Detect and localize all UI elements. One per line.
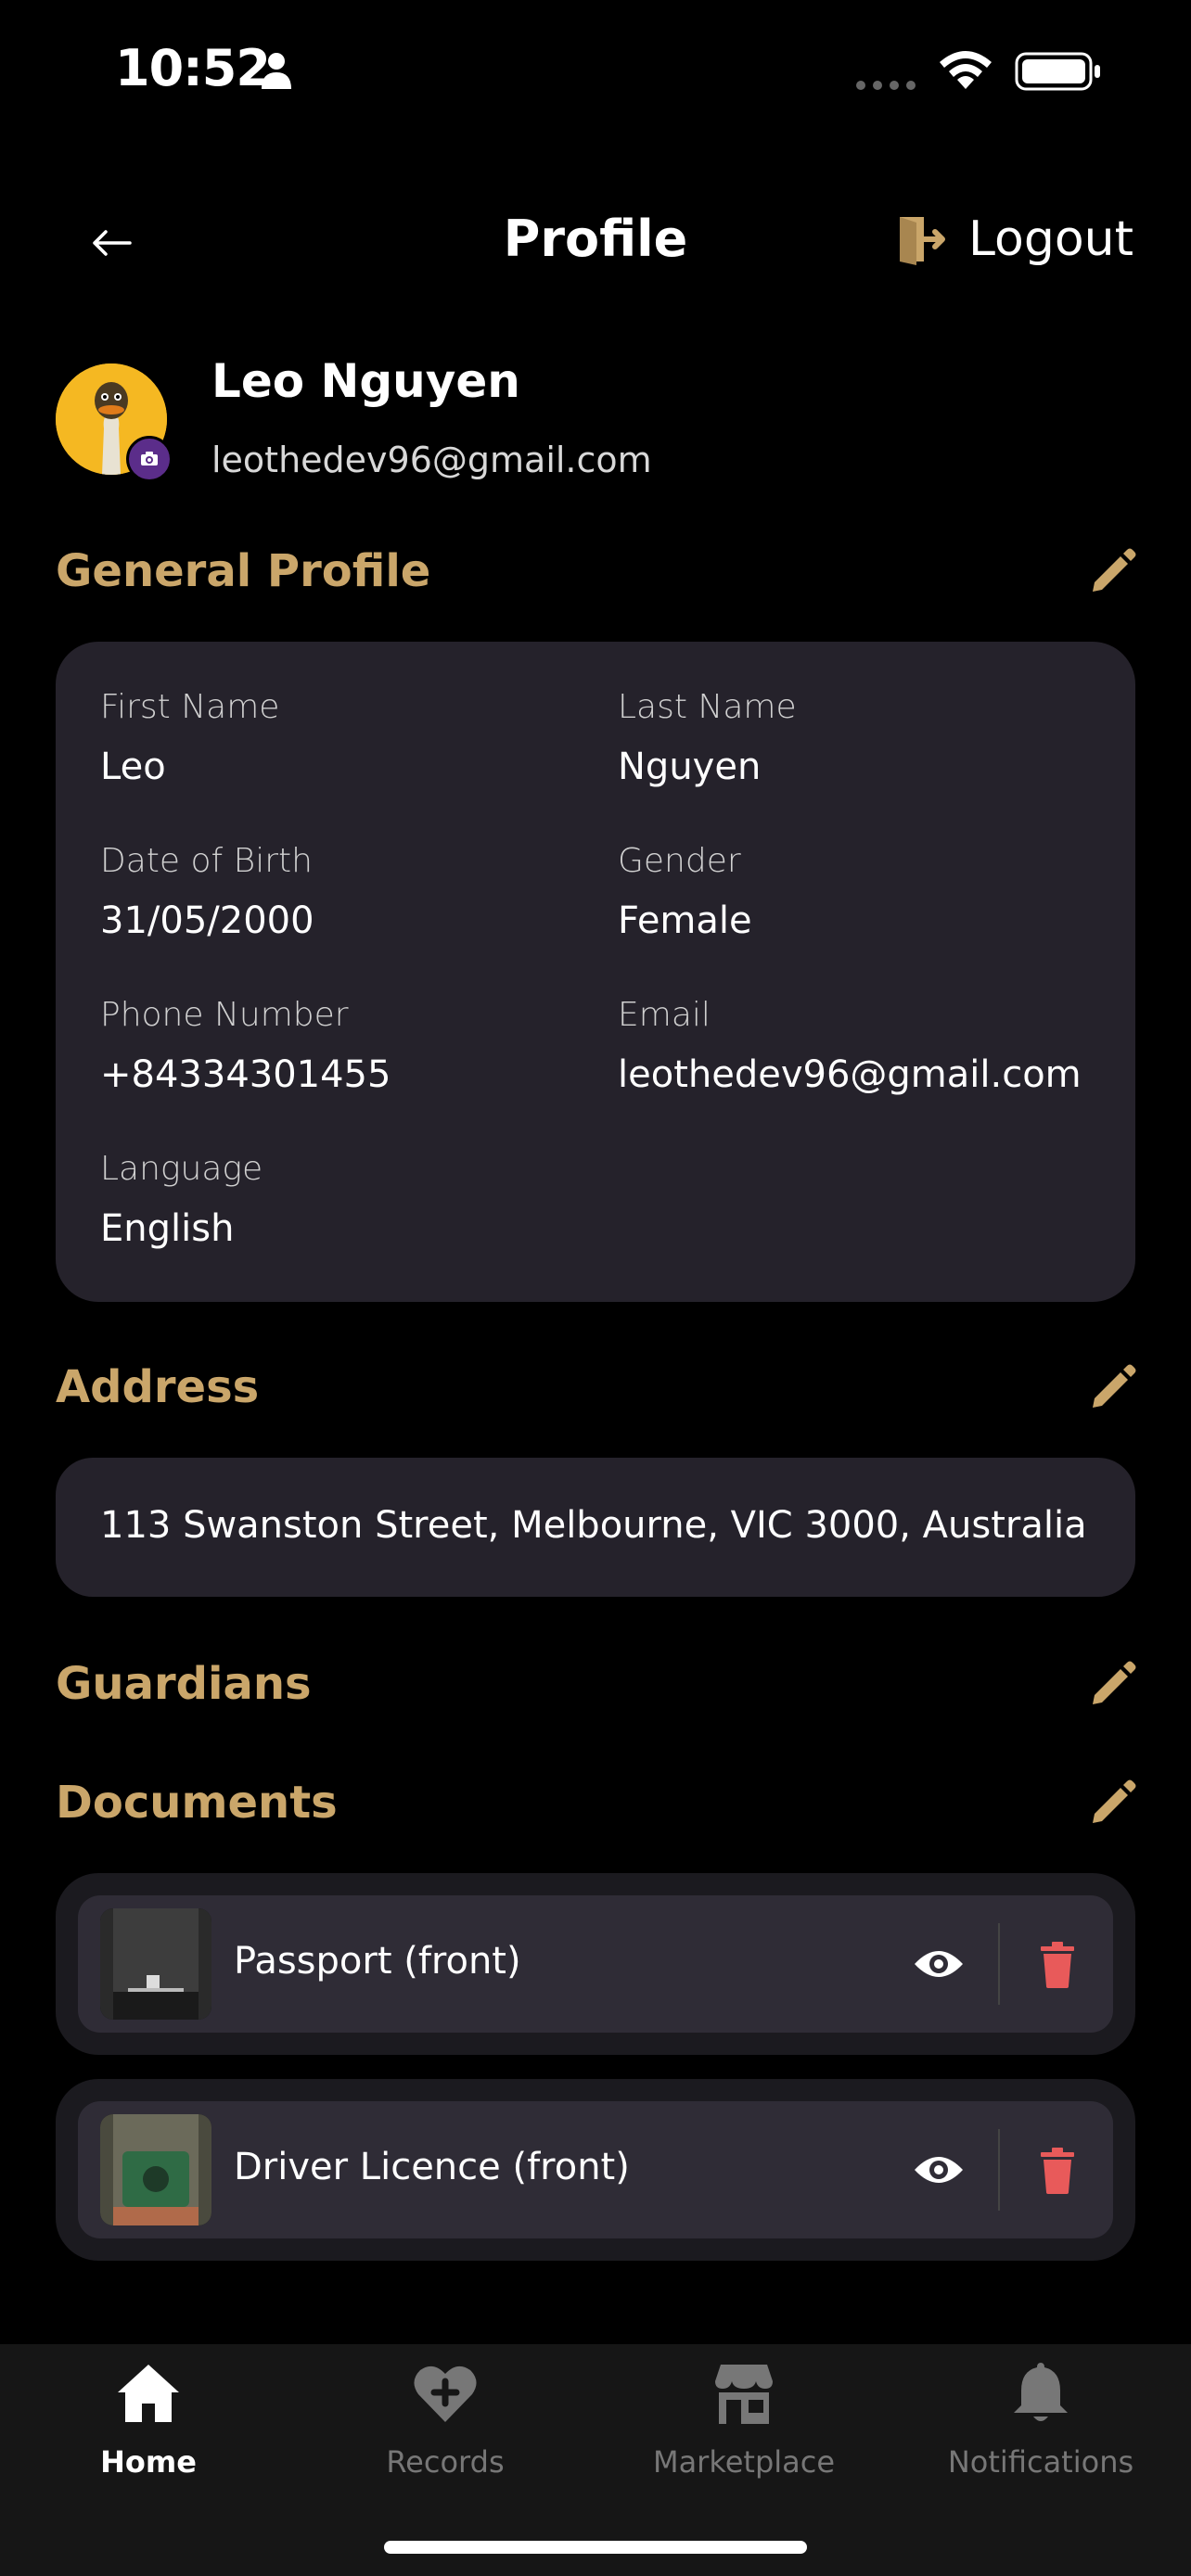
divider xyxy=(998,2129,1000,2211)
nav-records-label: Records xyxy=(386,2444,505,2480)
trash-icon[interactable] xyxy=(1039,1942,1076,1988)
nav-marketplace[interactable]: Marketplace xyxy=(614,2359,874,2480)
bell-icon xyxy=(1014,2363,1068,2421)
divider xyxy=(998,1923,1000,2005)
battery-icon xyxy=(1015,52,1100,91)
nav-marketplace-label: Marketplace xyxy=(652,2444,836,2480)
heart-plus-icon xyxy=(414,2366,477,2422)
last-name-label: Last Name xyxy=(618,688,797,726)
licence-thumbnail-image xyxy=(100,2114,211,2225)
user-name: Leo Nguyen xyxy=(211,354,520,408)
status-time: 10:52 xyxy=(115,39,271,97)
document-label: Driver Licence (front) xyxy=(234,2146,630,2188)
address-value: 113 Swanston Street, Melbourne, VIC 3000… xyxy=(100,1504,1087,1547)
nav-home[interactable]: Home xyxy=(19,2359,278,2480)
general-profile-card: First Name Leo Last Name Nguyen Date of … xyxy=(56,642,1135,1302)
home-icon xyxy=(118,2365,179,2422)
logout-icon xyxy=(899,217,945,265)
address-title: Address xyxy=(56,1361,260,1413)
passport-thumbnail-image xyxy=(100,1908,211,2020)
gender-label: Gender xyxy=(618,842,741,880)
eye-icon[interactable] xyxy=(913,2151,965,2188)
nav-home-label: Home xyxy=(100,2444,197,2480)
store-icon xyxy=(715,2365,773,2424)
first-name-label: First Name xyxy=(100,688,280,726)
document-thumbnail[interactable] xyxy=(100,2114,211,2225)
user-email: leothedev96@gmail.com xyxy=(211,440,652,480)
camera-icon xyxy=(141,452,158,465)
document-thumbnail[interactable] xyxy=(100,1908,211,2020)
nav-records[interactable]: Records xyxy=(315,2359,575,2480)
first-name-value: Leo xyxy=(100,746,166,788)
dob-label: Date of Birth xyxy=(100,842,313,880)
eye-icon[interactable] xyxy=(913,1945,965,1983)
phone-label: Phone Number xyxy=(100,996,349,1034)
home-indicator xyxy=(384,2541,807,2554)
language-value: English xyxy=(100,1207,235,1250)
wifi-icon xyxy=(940,51,992,89)
change-photo-button[interactable] xyxy=(126,436,173,482)
email-label: Email xyxy=(618,996,711,1034)
trash-icon[interactable] xyxy=(1039,2148,1076,2194)
logout-button[interactable]: Logout xyxy=(896,211,1133,267)
documents-title: Documents xyxy=(56,1777,338,1829)
dob-value: 31/05/2000 xyxy=(100,899,314,942)
email-value: leothedev96@gmail.com xyxy=(618,1053,1082,1096)
pencil-icon[interactable] xyxy=(1087,1361,1139,1413)
pencil-icon[interactable] xyxy=(1087,1777,1139,1829)
signal-icon xyxy=(856,81,916,90)
logout-label: Logout xyxy=(967,211,1133,267)
language-label: Language xyxy=(100,1150,263,1188)
nav-notifications[interactable]: Notifications xyxy=(911,2359,1171,2480)
last-name-value: Nguyen xyxy=(618,746,762,788)
general-profile-title: General Profile xyxy=(56,545,431,597)
nav-notifications-label: Notifications xyxy=(947,2444,1134,2480)
phone-value: +84334301455 xyxy=(100,1053,391,1096)
guardians-title: Guardians xyxy=(56,1658,312,1710)
document-label: Passport (front) xyxy=(234,1940,521,1983)
gender-value: Female xyxy=(618,899,752,942)
pencil-icon[interactable] xyxy=(1087,545,1139,597)
person-icon xyxy=(262,53,291,89)
pencil-icon[interactable] xyxy=(1087,1658,1139,1710)
